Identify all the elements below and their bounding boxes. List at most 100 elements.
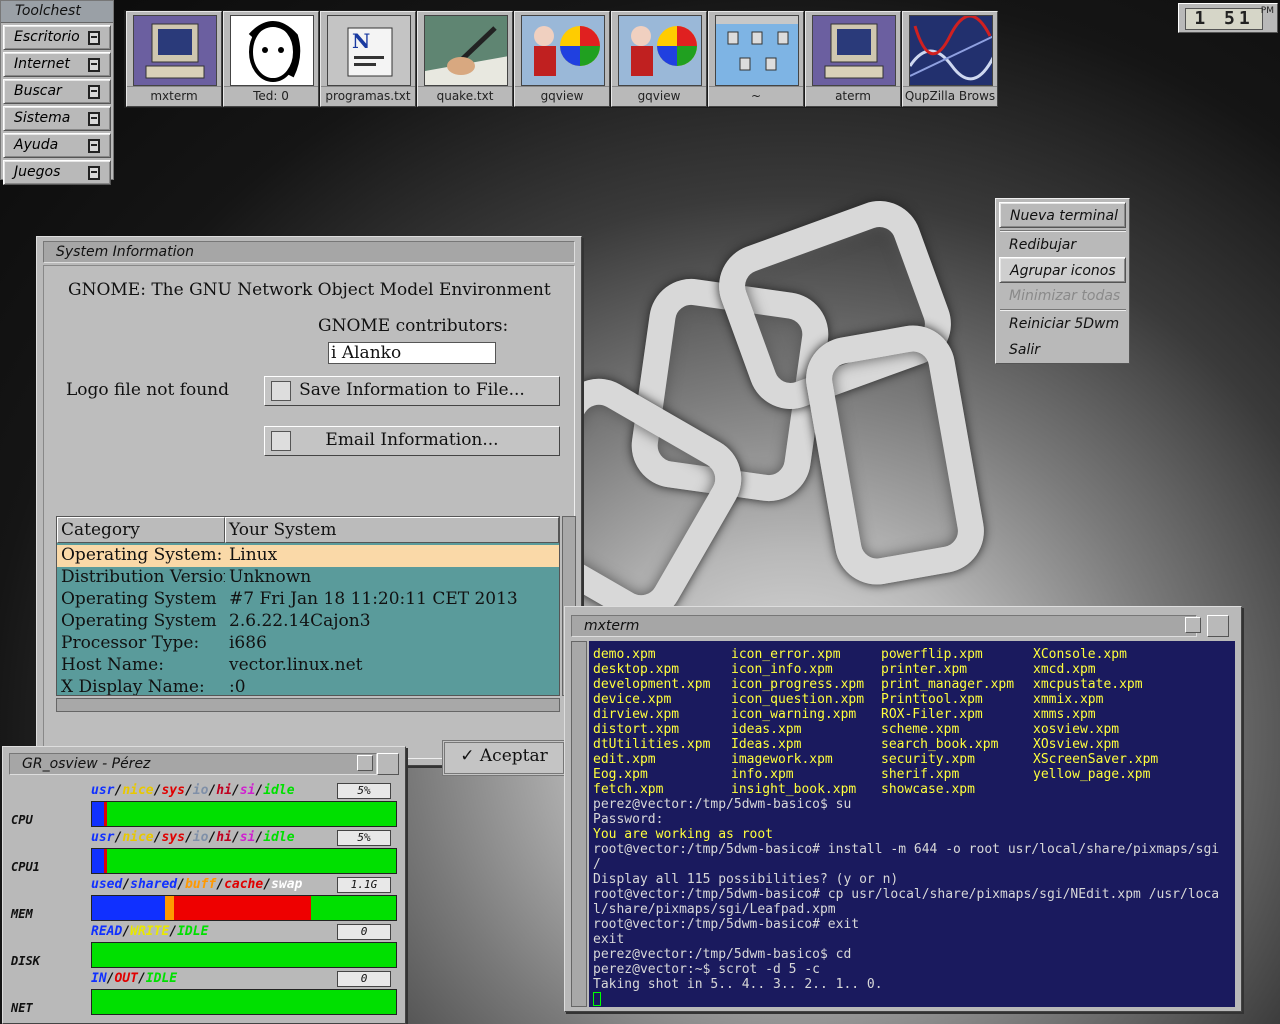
maximize-icon[interactable] — [1207, 615, 1229, 637]
toolchest-item-juegos[interactable]: Juegos — [3, 160, 111, 185]
meter-name: MEM — [11, 907, 33, 921]
terminal-line: perez@vector:/tmp/5dwm-basico$ su — [593, 797, 852, 812]
row-category: Operating System — [61, 589, 217, 609]
toolchest-item-sistema[interactable]: Sistema — [3, 106, 111, 131]
list-row[interactable]: Operating System #7 Fri Jan 18 11:20:11 C… — [57, 589, 559, 611]
contributor-field[interactable]: i Alanko — [328, 342, 496, 364]
legend-entry: io — [192, 783, 209, 798]
toolchest-item-label: Ayuda — [14, 137, 59, 153]
menu-item-agrupar-iconos[interactable]: Agrupar iconos — [999, 257, 1126, 283]
email-information-button[interactable]: Email Information... — [264, 426, 560, 456]
file-entry: Eog.xpm — [593, 767, 648, 782]
contributors-label: GNOME contributors: — [318, 316, 509, 336]
toolchest-item-escritorio[interactable]: Escritorio — [3, 25, 111, 50]
save-information-button[interactable]: Save Information to File... — [264, 376, 560, 406]
toolchest-item-internet[interactable]: Internet — [3, 52, 111, 77]
legend-entry: buff — [184, 877, 217, 892]
iconbar-item-gqview-1[interactable]: gqview — [514, 11, 610, 107]
file-entry: icon_error.xpm — [731, 647, 841, 662]
list-row[interactable]: Distribution Version: Unknown — [57, 567, 559, 589]
maximize-icon[interactable] — [377, 753, 399, 775]
terminal-line: Display all 115 possibilities? (y or n) — [593, 872, 899, 887]
window-titlebar[interactable]: GR_osview - Pérez — [9, 753, 377, 775]
row-value: #7 Fri Jan 18 11:20:11 CET 2013 — [229, 589, 518, 609]
file-entry: demo.xpm — [593, 647, 656, 662]
menu-item-nueva-terminal[interactable]: Nueva terminal — [999, 202, 1126, 228]
mxterm-window: mxterm demo.xpm desktop.xpm development.xp… — [564, 606, 1242, 1012]
list-row[interactable]: X Display Name::0 — [57, 677, 559, 695]
list-row[interactable]: Operating System: Linux — [57, 545, 559, 567]
iconbar-item-ted[interactable]: Ted: 0 — [223, 11, 319, 107]
row-category: Operating System — [61, 611, 217, 631]
legend-separator: / — [169, 924, 178, 939]
clock: 1 51 PM — [1178, 3, 1278, 33]
row-value: Linux — [229, 545, 278, 565]
iconbar-item-qupzilla[interactable]: QupZilla Brows — [902, 11, 998, 107]
file-entry: powerflip.xpm — [881, 647, 983, 662]
minimize-icon[interactable] — [1185, 617, 1201, 633]
row-value: vector.linux.net — [229, 655, 363, 675]
list-row[interactable]: Host Name: vector.linux.net — [57, 655, 559, 677]
file-entry: development.xpm — [593, 677, 711, 692]
submenu-icon — [88, 58, 100, 72]
email-icon — [271, 431, 291, 451]
meter-name: CPU1 — [11, 860, 40, 874]
minimize-icon[interactable] — [357, 755, 373, 771]
window-titlebar[interactable]: System Information — [43, 241, 575, 263]
legend-entry: OUT — [114, 971, 138, 986]
file-entry: xmms.xpm — [1033, 707, 1096, 722]
iconbar-label: gqview — [612, 86, 706, 103]
menu-item-reiniciar[interactable]: Reiniciar 5Dwm — [999, 311, 1126, 337]
check-icon: ✓ — [460, 746, 475, 766]
submenu-icon — [88, 85, 100, 99]
list-row[interactable]: Operating System 2.6.22.14Cajon3 — [57, 611, 559, 633]
iconbar-item-programas[interactable]: N programas.txt — [320, 11, 416, 107]
terminal-scrollbar[interactable] — [571, 641, 587, 1007]
meter-name: DISK — [11, 954, 40, 968]
meter-legend: IN/OUT/IDLE — [91, 971, 177, 986]
column-header-category[interactable]: Category — [57, 517, 225, 543]
legend-entry: sys — [161, 830, 185, 845]
meter-legend: used/shared/buff/cache/swap — [91, 877, 302, 892]
list-row[interactable]: Processor Type: i686 — [57, 633, 559, 655]
file-entry: xmmix.xpm — [1033, 692, 1104, 707]
meter-segment — [107, 802, 396, 826]
terminal-output[interactable]: demo.xpm desktop.xpm development.xpm device… — [589, 641, 1235, 1007]
iconbar-label: mxterm — [127, 86, 221, 103]
file-entry: XScreenSaver.xpm — [1033, 752, 1159, 767]
aceptar-button[interactable]: ✓ Aceptar — [442, 740, 566, 776]
toolchest-menu: Toolchest Escritorio Internet Buscar Sis… — [0, 0, 114, 185]
menu-item-redibujar[interactable]: Redibujar — [999, 232, 1126, 258]
meter-segment — [92, 943, 396, 967]
toolchest-item-label: Juegos — [14, 164, 61, 180]
meter-value: 1.1G — [337, 877, 391, 893]
terminal-line: You are working as root — [593, 827, 774, 842]
column-header-your-system[interactable]: Your System — [225, 517, 559, 543]
legend-entry: nice — [122, 830, 154, 845]
iconbar-item-mxterm[interactable]: mxterm — [126, 11, 222, 107]
file-entry: info.xpm — [731, 767, 794, 782]
color-wheel-icon — [618, 15, 702, 86]
toolchest-item-buscar[interactable]: Buscar — [3, 79, 111, 104]
toolchest-item-ayuda[interactable]: Ayuda — [3, 133, 111, 158]
legend-entry: READ — [91, 924, 123, 939]
terminal-line: perez@vector:/tmp/5dwm-basico$ cd — [593, 947, 852, 962]
meter-segment — [310, 896, 396, 920]
save-icon — [271, 381, 291, 401]
menu-item-salir[interactable]: Salir — [999, 337, 1126, 363]
meter-value: 5% — [337, 783, 391, 799]
iconbar-item-aterm[interactable]: aterm — [805, 11, 901, 107]
iconbar-item-gqview-2[interactable]: gqview — [611, 11, 707, 107]
iconbar-item-quake[interactable]: quake.txt — [417, 11, 513, 107]
list-horizontal-scrollbar[interactable] — [56, 698, 560, 712]
window-titlebar[interactable]: mxterm — [571, 615, 1197, 637]
file-entry: imagework.xpm — [731, 752, 833, 767]
terminal-line: root@vector:/tmp/5dwm-basico# cp usr/loc… — [593, 887, 1220, 902]
file-entry: xosview.xpm — [1033, 722, 1120, 737]
toolchest-title: Toolchest — [1, 1, 113, 23]
legend-entry: shared — [130, 877, 178, 892]
file-entry: xmcd.xpm — [1033, 662, 1096, 677]
terminal-line: perez@vector:~$ scrot -d 5 -c — [593, 962, 820, 977]
iconbar-item-home[interactable]: ~ — [708, 11, 804, 107]
submenu-icon — [88, 139, 100, 153]
